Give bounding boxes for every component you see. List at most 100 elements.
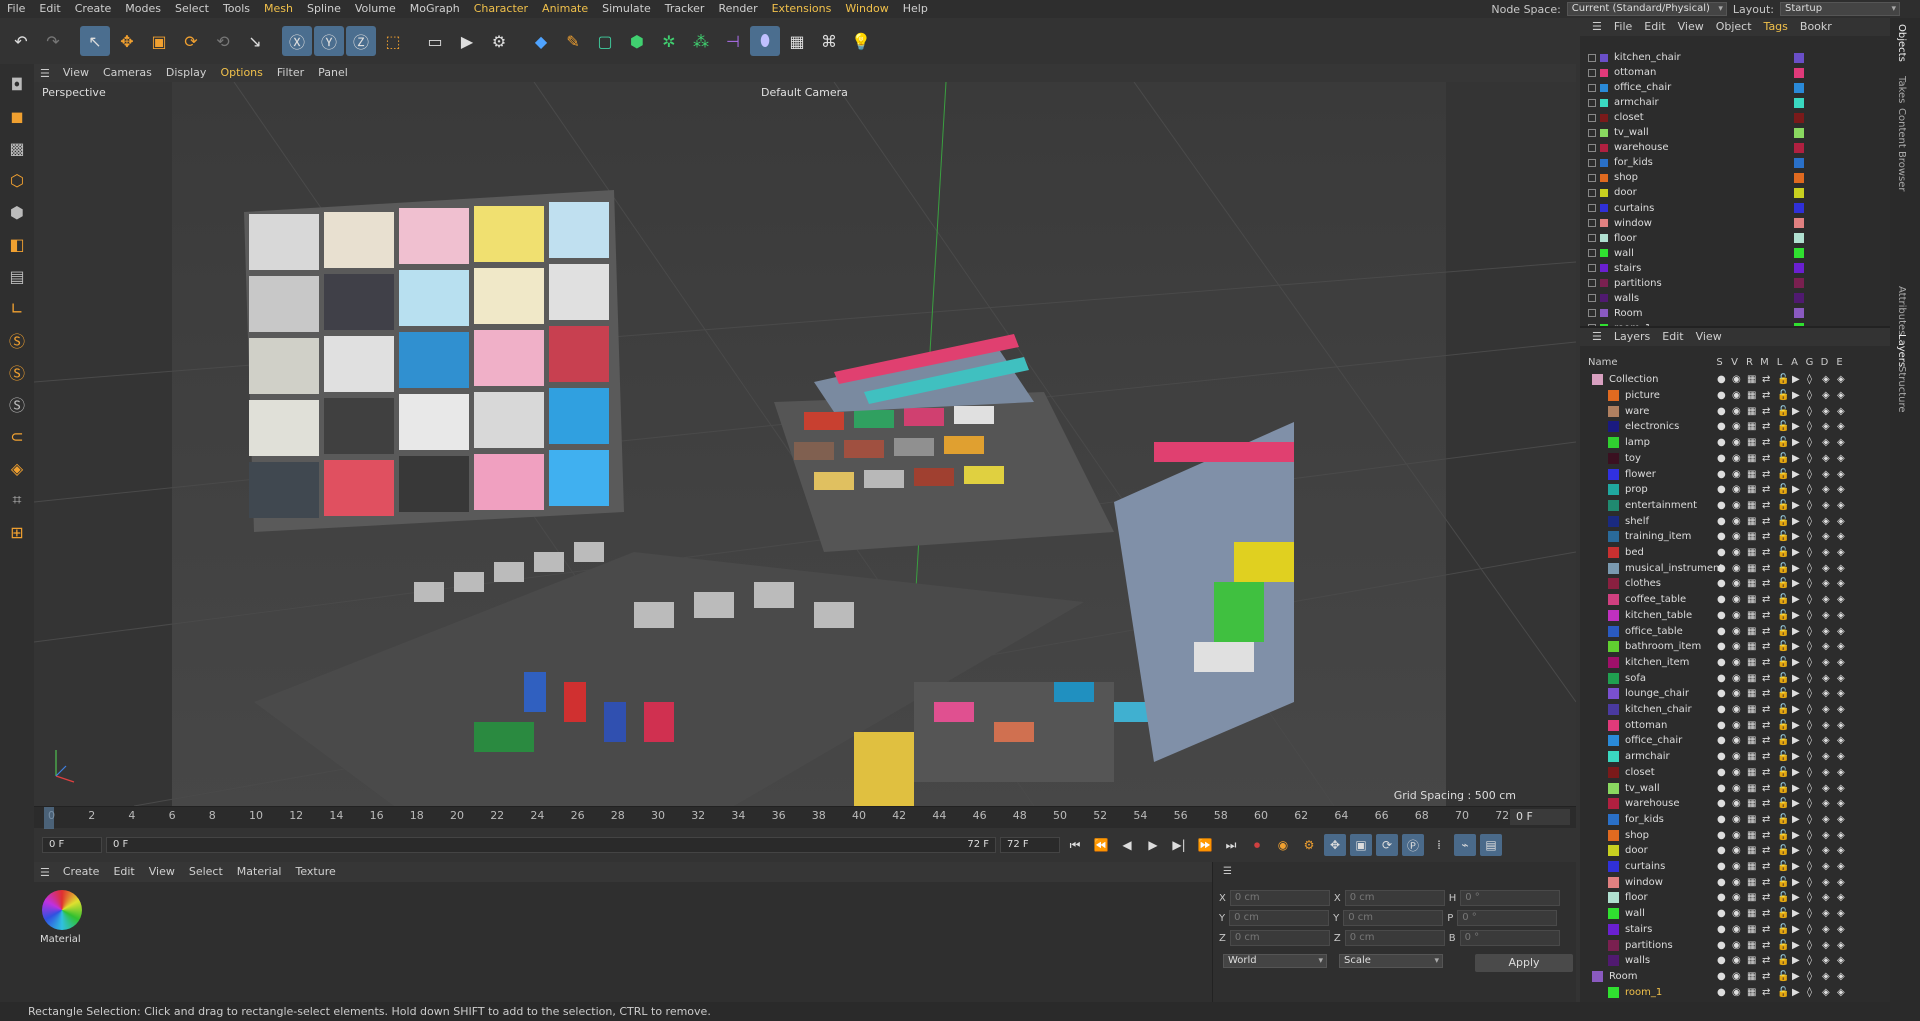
layer-name[interactable]: stairs [1625, 924, 1717, 935]
material-menu-create[interactable]: Create [56, 862, 107, 882]
layer-row[interactable]: entertainment ● ◉ ▦ ⇄ 🔓 ▶ ◊ ◈ ◈ [1580, 498, 1890, 514]
layer-toggle-icon[interactable]: ◊ [1807, 814, 1817, 825]
layer-row[interactable]: lounge_chair ● ◉ ▦ ⇄ 🔓 ▶ ◊ ◈ ◈ [1580, 686, 1890, 702]
object-name[interactable]: office_chair [1614, 82, 1714, 93]
layer-name[interactable]: closet [1625, 767, 1717, 778]
expand-icon[interactable] [1588, 309, 1596, 318]
object-color-tag[interactable] [1794, 52, 1804, 63]
object-row[interactable]: kitchen_chair [1580, 50, 1890, 65]
snap-icon[interactable]: Ⓢ [3, 326, 31, 354]
object-row[interactable]: ottoman [1580, 65, 1890, 80]
layer-toggle-icon[interactable]: ◉ [1732, 626, 1742, 637]
layer-name[interactable]: door [1625, 845, 1717, 856]
layer-toggle-icon[interactable]: ▶ [1792, 516, 1802, 527]
next-key-icon[interactable]: ⏩ [1194, 834, 1216, 856]
subdivision-icon[interactable]: ▢ [590, 26, 620, 56]
layer-toggle-icon[interactable]: ◈ [1822, 563, 1832, 574]
side-tab-content-browser[interactable]: Content Browser [1896, 108, 1907, 191]
layer-toggle-icon[interactable]: ◈ [1837, 437, 1847, 448]
layer-toggle-icon[interactable]: ⇄ [1762, 641, 1772, 652]
layer-toggle-icon[interactable]: ⇄ [1762, 892, 1772, 903]
apply-button[interactable]: Apply [1475, 954, 1573, 972]
layer-toggle-icon[interactable]: ▦ [1747, 469, 1757, 480]
layers-menu-layers[interactable]: Layers [1608, 328, 1656, 346]
layer-name[interactable]: kitchen_table [1625, 610, 1717, 621]
viewport-menu-display[interactable]: Display [159, 64, 214, 82]
layer-toggle-icon[interactable]: ◈ [1837, 955, 1847, 966]
layer-toggle-icon[interactable]: ▦ [1747, 798, 1757, 809]
mograph-icon[interactable]: ⁂ [686, 26, 716, 56]
layer-toggle-icon[interactable]: ▦ [1747, 783, 1757, 794]
layer-toggle-icon[interactable]: 🔓 [1777, 924, 1789, 935]
layer-color-swatch[interactable] [1608, 452, 1619, 464]
expand-icon[interactable] [1588, 53, 1596, 62]
next-frame-icon[interactable]: ▶| [1168, 834, 1190, 856]
layer-name[interactable]: window [1625, 877, 1717, 888]
layer-toggle-icon[interactable]: ▦ [1747, 610, 1757, 621]
layer-toggle-icon[interactable]: ⇄ [1762, 751, 1772, 762]
layer-toggle-icon[interactable]: ● [1717, 531, 1727, 542]
layer-toggle-icon[interactable]: ◊ [1807, 594, 1817, 605]
layer-row[interactable]: kitchen_chair ● ◉ ▦ ⇄ 🔓 ▶ ◊ ◈ ◈ [1580, 702, 1890, 718]
layer-toggle-icon[interactable]: ◈ [1837, 783, 1847, 794]
layer-color-swatch[interactable] [1608, 829, 1619, 841]
layer-toggle-icon[interactable]: ◈ [1837, 767, 1847, 778]
layer-toggle-icon[interactable]: ⇄ [1762, 547, 1772, 558]
object-name[interactable]: for_kids [1614, 157, 1714, 168]
object-row[interactable]: door [1580, 185, 1890, 200]
object-name[interactable]: curtains [1614, 203, 1714, 214]
layer-toggle-icon[interactable]: ▶ [1792, 500, 1802, 511]
extrude-icon[interactable]: ⬢ [622, 26, 652, 56]
layer-toggle-icon[interactable]: ▶ [1792, 531, 1802, 542]
layer-toggle-icon[interactable]: ◈ [1822, 830, 1832, 841]
layer-name[interactable]: musical_instrument [1625, 563, 1723, 574]
layer-name[interactable]: lounge_chair [1625, 688, 1717, 699]
layer-toggle-icon[interactable]: ◈ [1822, 673, 1832, 684]
layer-toggle-icon[interactable]: ▶ [1792, 374, 1802, 385]
layer-toggle-icon[interactable]: ● [1717, 594, 1727, 605]
layer-color-swatch[interactable] [1608, 484, 1619, 496]
layer-toggle-icon[interactable]: ◊ [1807, 421, 1817, 432]
layer-toggle-icon[interactable]: ◈ [1837, 547, 1847, 558]
side-tab-structure[interactable]: Structure [1896, 366, 1907, 413]
frame-range-slider[interactable]: 0 F 72 F [106, 837, 996, 853]
layer-toggle-icon[interactable]: ◈ [1822, 657, 1832, 668]
layer-toggle-icon[interactable]: ◉ [1732, 845, 1742, 856]
layer-toggle-icon[interactable]: ◉ [1732, 437, 1742, 448]
keyframe-selection-icon[interactable]: ⚙ [1298, 834, 1320, 856]
material-menu-select[interactable]: Select [182, 862, 230, 882]
layer-toggle-icon[interactable]: ◈ [1822, 751, 1832, 762]
layer-toggle-icon[interactable]: ⇄ [1762, 421, 1772, 432]
layer-toggle-icon[interactable]: ◈ [1837, 830, 1847, 841]
layer-toggle-icon[interactable]: ◈ [1837, 374, 1847, 385]
layer-color-swatch[interactable] [1608, 531, 1619, 543]
layer-toggle-icon[interactable]: ◊ [1807, 484, 1817, 495]
layer-toggle-icon[interactable]: ● [1717, 453, 1727, 464]
layer-toggle-icon[interactable]: 🔓 [1777, 563, 1789, 574]
x-position-field[interactable]: 0 cm [1229, 890, 1330, 906]
layer-toggle-icon[interactable]: ▶ [1792, 688, 1802, 699]
layer-toggle-icon[interactable]: ▶ [1792, 720, 1802, 731]
layer-toggle-icon[interactable]: ▦ [1747, 830, 1757, 841]
layer-color-swatch[interactable] [1608, 405, 1619, 417]
lock-workplane-icon[interactable]: ⌗ [3, 486, 31, 514]
layer-toggle-icon[interactable]: ⇄ [1762, 531, 1772, 542]
layer-row[interactable]: sofa ● ◉ ▦ ⇄ 🔓 ▶ ◊ ◈ ◈ [1580, 670, 1890, 686]
layer-color-swatch[interactable] [1608, 782, 1619, 794]
layer-toggle-icon[interactable]: ◈ [1837, 594, 1847, 605]
layer-toggle-icon[interactable]: ◈ [1822, 783, 1832, 794]
layer-toggle-icon[interactable]: ⇄ [1762, 594, 1772, 605]
layer-toggle-icon[interactable]: ● [1717, 720, 1727, 731]
layer-toggle-icon[interactable]: ▦ [1747, 751, 1757, 762]
layer-toggle-icon[interactable]: ◈ [1822, 767, 1832, 778]
expand-icon[interactable] [1588, 204, 1596, 212]
layer-toggle-icon[interactable]: ▦ [1747, 940, 1757, 951]
viewport-menu-options[interactable]: Options [213, 64, 269, 82]
layer-toggle-icon[interactable]: ● [1717, 406, 1727, 417]
layer-toggle-icon[interactable]: ● [1717, 955, 1727, 966]
layer-toggle-icon[interactable]: ◊ [1807, 688, 1817, 699]
layer-toggle-icon[interactable]: ▦ [1747, 421, 1757, 432]
layer-toggle-icon[interactable]: ▦ [1747, 657, 1757, 668]
layer-toggle-icon[interactable]: ◈ [1822, 798, 1832, 809]
layer-toggle-icon[interactable]: ▶ [1792, 421, 1802, 432]
